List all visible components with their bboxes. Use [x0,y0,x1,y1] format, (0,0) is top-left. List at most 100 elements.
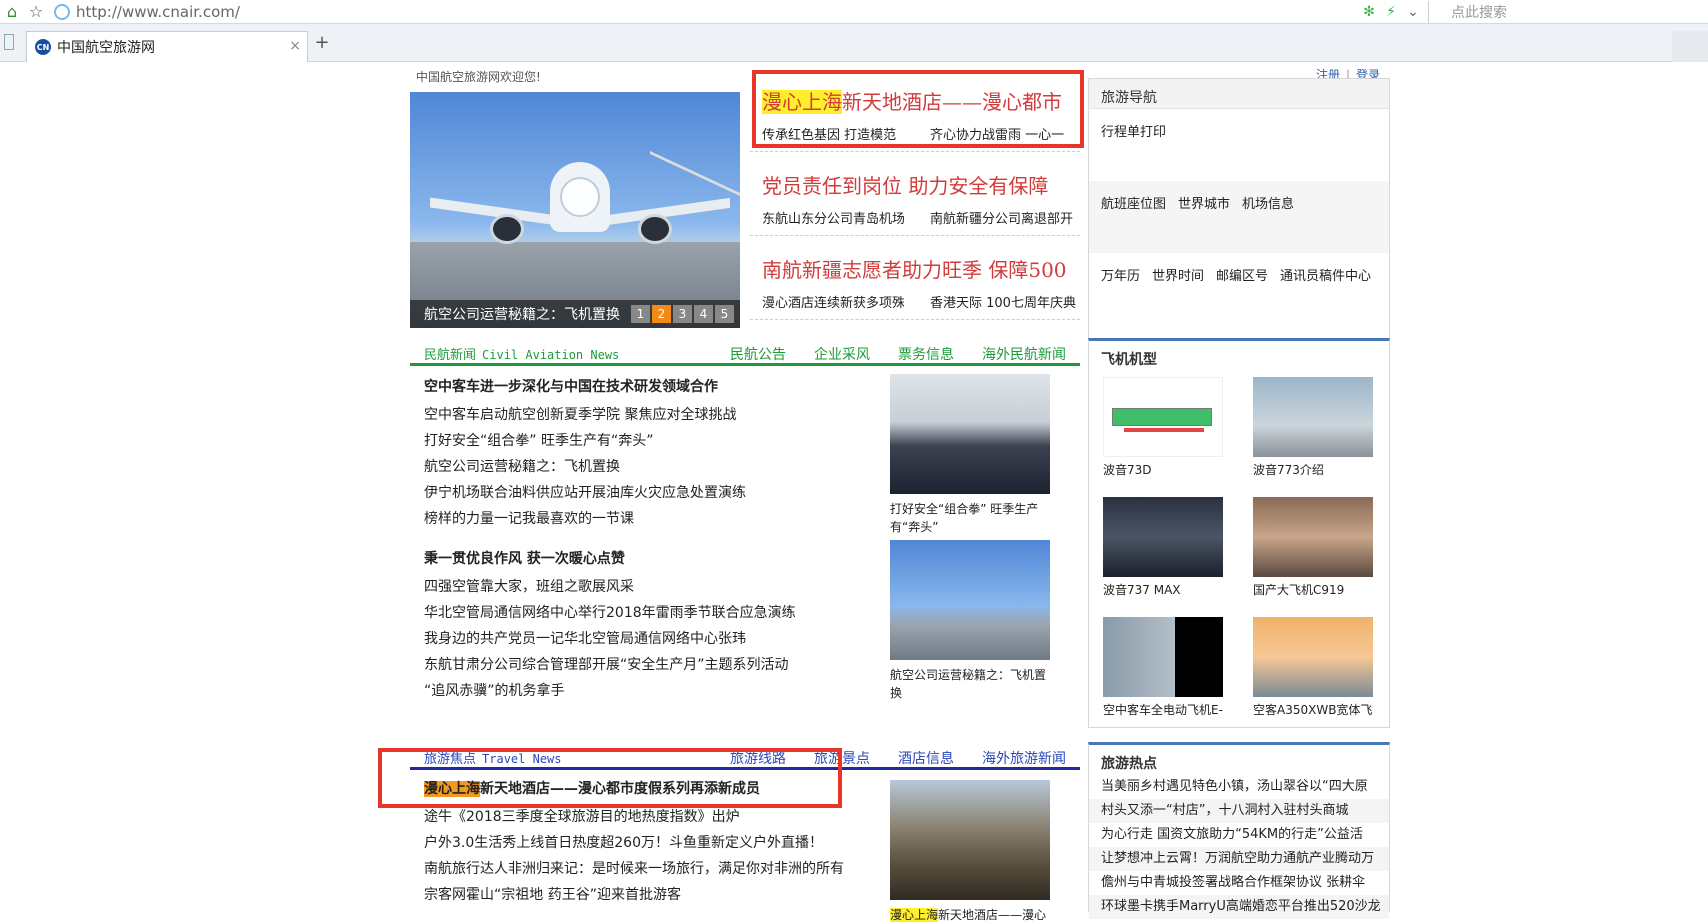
highlight-term[interactable]: 漫心上海 [890,908,939,922]
plane-type-item[interactable]: 波音73D [1103,377,1223,478]
slide-page-4[interactable]: 4 [694,305,713,323]
travel-nav-link[interactable]: 世界时间 [1152,265,1204,325]
new-tab-button[interactable]: + [312,34,332,54]
travel-nav-link[interactable]: 邮编区号 [1216,265,1268,325]
travel-nav-link[interactable]: 行程单打印 [1101,121,1166,181]
address-actions: ✻ ⚡ ⌄ 点此搜索 [1358,0,1708,24]
civil-news-group: 空中客车进一步深化与中国在技术研发领域合作 空中客车启动航空创新夏季学院 聚焦应… [424,376,884,532]
news-item[interactable]: 空中客车启动航空创新夏季学院 聚焦应对全球挑战 [424,402,884,428]
slide-page-1[interactable]: 1 [631,305,650,323]
news-thumb-image[interactable] [890,780,1050,900]
search-input[interactable]: 点此搜索 [1428,0,1708,23]
headline-sublink[interactable]: 南航新疆分公司离退部开 [930,208,1073,227]
slide-page-3[interactable]: 3 [673,305,692,323]
news-lead[interactable]: 秉一贯优良作风 获一次暖心点赞 [424,548,884,568]
slide-pager: 1 2 3 4 5 [631,305,734,323]
plane-types-title: 飞机机型 [1101,352,1157,368]
plane-photo[interactable] [1253,497,1373,577]
news-item[interactable]: 榜样的力量一记我最喜欢的一节课 [424,506,884,532]
plane-type-caption[interactable]: 波音773介绍 [1253,461,1383,478]
hot-item[interactable]: 儋州与中青城投签署战略合作框架协议 张耕伞 [1089,871,1389,895]
star-icon[interactable]: ☆ [24,1,48,23]
plane-photo[interactable] [1103,497,1223,577]
plane-photo[interactable] [1103,617,1223,697]
address-bar: ⌂ ☆ http://www.cnair.com/ ✻ ⚡ ⌄ 点此搜索 [0,0,1708,24]
travel-nav-link[interactable]: 航班座位图 [1101,193,1166,253]
tab-civil-notice[interactable]: 民航公告 [730,344,786,364]
home-icon[interactable]: ⌂ [0,1,24,23]
news-item[interactable]: 伊宁机场联合油料供应站开展油库火灾应急处置演练 [424,480,884,506]
hot-item[interactable]: 环球墨卡携手MarryU高端婚恋平台推出520沙龙 [1089,895,1389,919]
slide-page-2[interactable]: 2 [652,305,671,323]
news-item[interactable]: 四强空管靠大家，班组之歌展风采 [424,574,884,600]
news-thumb-image[interactable] [890,374,1050,494]
hot-item[interactable]: 为心行走 国资文旅助力“54KM的行走”公益活 [1089,823,1389,847]
news-item[interactable]: “追风赤骥”的机务拿手 [424,678,884,704]
headline-sublink[interactable]: 香港天际 100七周年庆典 [930,292,1076,311]
tab-cnair[interactable]: CN 中国航空旅游网 × [26,31,308,62]
news-thumb-caption[interactable]: 漫心上海新天地酒店——漫心 [890,906,1050,924]
travel-nav-link[interactable]: 机场信息 [1242,193,1294,253]
close-tab-icon[interactable]: × [289,38,301,54]
news-thumb: 航空公司运营秘籍之：飞机置换 [890,540,1050,702]
plane-type-item[interactable]: 波音773介绍 [1253,377,1373,478]
headline-title[interactable]: 党员责任到岗位 助力安全有保障 [762,170,1072,199]
plane-photo[interactable] [1253,377,1373,457]
plane-type-caption[interactable]: 国产大飞机C919 [1253,581,1383,598]
plane-type-item[interactable]: 空中客车全电动飞机E- [1103,617,1223,718]
civil-news-group: 秉一贯优良作风 获一次暖心点赞 四强空管靠大家，班组之歌展风采 华北空管局通信网… [424,548,884,704]
url-input[interactable]: http://www.cnair.com/ [76,3,1358,21]
section-title[interactable]: 民航新闻 Civil Aviation News [424,344,619,363]
tab-hotel-info[interactable]: 酒店信息 [898,748,954,768]
slide-page-5[interactable]: 5 [715,305,734,323]
tab-enterprise[interactable]: 企业采风 [814,344,870,364]
headline-sublinks: 东航山东分公司青岛机场 南航新疆分公司离退部开 [762,208,1080,227]
plane-type-caption[interactable]: 空中客车全电动飞机E- [1103,701,1233,718]
civil-news-header: 民航新闻 Civil Aviation News 民航公告 企业采风 票务信息 海… [410,338,1080,366]
refresh-icon[interactable]: ✻ [1358,4,1380,20]
travel-nav-link[interactable]: 通讯员稿件中心 [1280,265,1371,325]
plane-type-caption[interactable]: 空客A350XWB宽体飞 [1253,701,1383,718]
news-item[interactable]: 华北空管局通信网络中心举行2018年雷雨季节联合应急演练 [424,600,884,626]
plane-type-item[interactable]: 波音737 MAX [1103,497,1223,598]
plane-type-caption[interactable]: 波音73D [1103,461,1233,478]
news-thumb-caption-text[interactable]: 新天地酒店——漫心 [938,908,1046,922]
tab-ticket-info[interactable]: 票务信息 [898,344,954,364]
travel-nav-link[interactable]: 万年历 [1101,265,1140,325]
tab-overseas-news[interactable]: 海外民航新闻 [982,344,1066,364]
plane-type-caption[interactable]: 波音737 MAX [1103,581,1233,598]
news-thumb-image[interactable] [890,540,1050,660]
lightning-icon[interactable]: ⚡ [1380,4,1402,20]
news-item[interactable]: 南航旅行达人非洲归来记：是时候来一场旅行，满足你对非洲的所有 [424,856,884,882]
headline-item: 党员责任到岗位 助力安全有保障 东航山东分公司青岛机场 南航新疆分公司离退部开 [750,156,1080,236]
chevron-down-icon[interactable]: ⌄ [1402,4,1424,20]
news-item[interactable]: 东航甘肃分公司综合管理部开展“安全生产月”主题系列活动 [424,652,884,678]
focus-slideshow[interactable]: 航空公司运营秘籍之：飞机置换 1 2 3 4 5 [410,92,740,328]
hot-item[interactable]: 当美丽乡村遇见特色小镇，汤山翠谷以“四大原 [1089,775,1389,799]
travel-nav-link[interactable]: 世界城市 [1178,193,1230,253]
news-thumb-caption[interactable]: 打好安全“组合拳” 旺季生产有“奔头” [890,500,1050,536]
section-tabs: 民航公告 企业采风 票务信息 海外民航新闻 [730,344,1066,364]
hot-item[interactable]: 让梦想冲上云霄！万润航空助力通航产业腾动万 [1089,847,1389,871]
news-item[interactable]: 户外3.0生活秀上线首日热度超260万！斗鱼重新定义户外直播！ [424,830,884,856]
tab-overseas-travel[interactable]: 海外旅游新闻 [982,748,1066,768]
news-item[interactable]: 我身边的共产党员一记华北空管局通信网络中心张玮 [424,626,884,652]
news-lead[interactable]: 空中客车进一步深化与中国在技术研发领域合作 [424,376,884,396]
news-thumb: 漫心上海新天地酒店——漫心 [890,780,1050,924]
news-item[interactable]: 航空公司运营秘籍之：飞机置换 [424,454,884,480]
headline-title[interactable]: 南航新疆志愿者助力旺季 保障500 [762,254,1072,283]
headline-sublink[interactable]: 漫心酒店连续新获多项殊 [762,292,904,311]
plane-photo[interactable] [1253,617,1373,697]
travel-nav-row: 万年历 世界时间 邮编区号 通讯员稿件中心 [1089,253,1389,325]
hot-item[interactable]: 村头又添一“村店”，十八洞村入驻村头商城 [1089,799,1389,823]
headline-sublink[interactable]: 东航山东分公司青岛机场 [762,208,904,227]
sidebar-toggle-icon[interactable] [4,34,14,50]
tab-title: 中国航空旅游网 [57,40,155,56]
news-item[interactable]: 宗客网霍山“宗祖地 药王谷”迎来首批游客 [424,882,884,908]
plane-type-item[interactable]: 国产大飞机C919 [1253,497,1373,598]
news-item[interactable]: 打好安全“组合拳” 旺季生产有“奔头” [424,428,884,454]
news-thumb-caption[interactable]: 航空公司运营秘籍之：飞机置换 [890,666,1050,702]
plane-type-item[interactable]: 空客A350XWB宽体飞 [1253,617,1373,718]
travel-hot-title: 旅游热点 [1101,756,1157,772]
plane-seatmap-image[interactable] [1103,377,1223,457]
